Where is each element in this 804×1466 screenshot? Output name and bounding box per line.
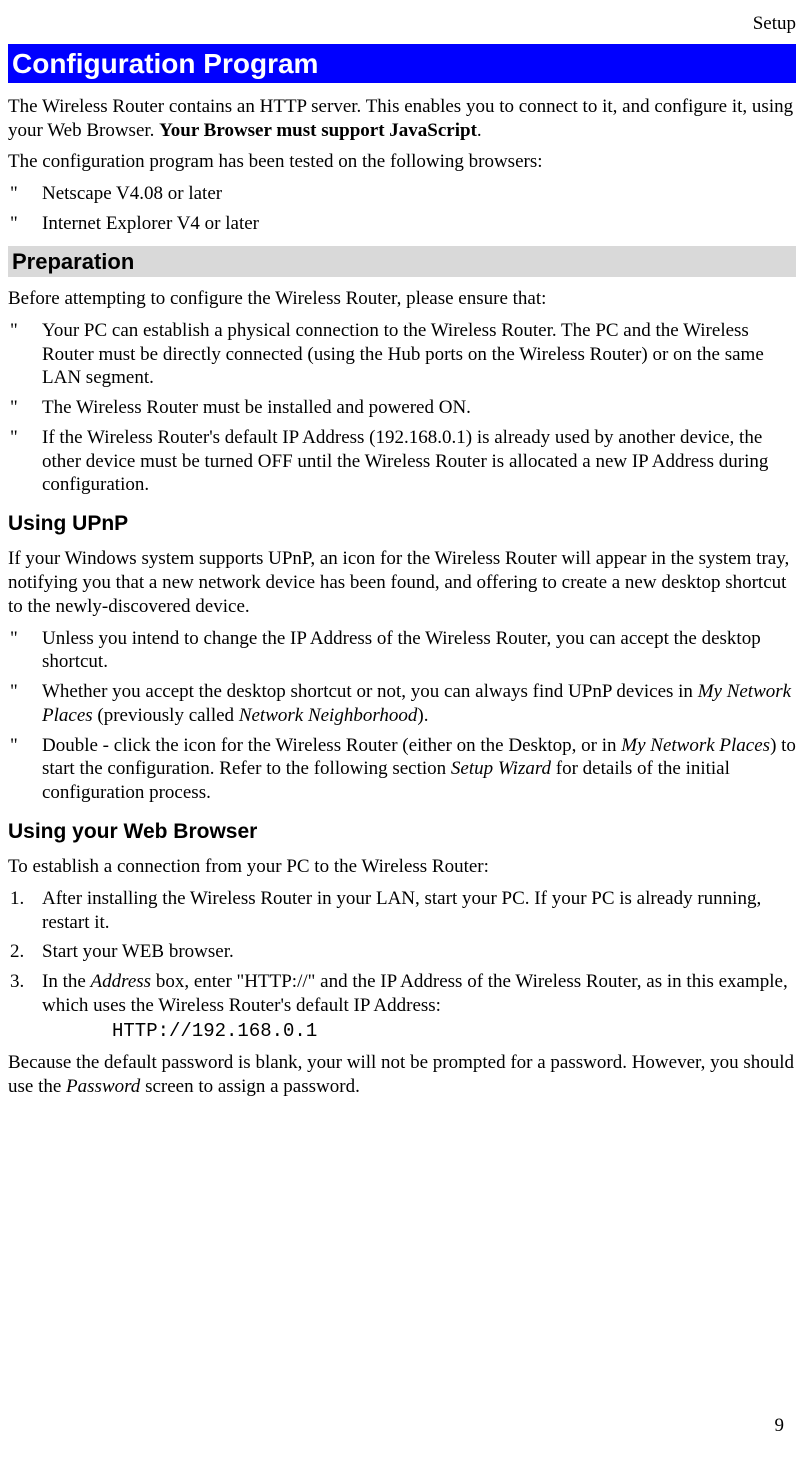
- intro-period: .: [477, 120, 482, 141]
- list-item: Internet Explorer V4 or later: [8, 212, 796, 236]
- password-screen-label: Password: [66, 1076, 140, 1097]
- text: Double - click the icon for the Wireless…: [42, 735, 621, 756]
- text: box, enter "HTTP://" and the IP Address …: [42, 971, 788, 1016]
- text: ).: [417, 705, 428, 726]
- upnp-list: Unless you intend to change the IP Addre…: [8, 627, 796, 805]
- address-box-label: Address: [91, 971, 152, 992]
- setup-wizard: Setup Wizard: [451, 758, 551, 779]
- preparation-list: Your PC can establish a physical connect…: [8, 319, 796, 497]
- page-title: Configuration Program: [8, 44, 796, 83]
- web-browser-heading: Using your Web Browser: [8, 819, 796, 845]
- browser-list: Netscape V4.08 or later Internet Explore…: [8, 182, 796, 236]
- text: In the: [42, 971, 91, 992]
- preparation-lead: Before attempting to configure the Wirel…: [8, 287, 796, 311]
- header-section-label: Setup: [8, 12, 796, 36]
- upnp-heading: Using UPnP: [8, 511, 796, 537]
- intro-paragraph-1: The Wireless Router contains an HTTP ser…: [8, 95, 796, 143]
- intro-bold-requirement: Your Browser must support JavaScript: [159, 120, 477, 141]
- list-item: Your PC can establish a physical connect…: [8, 319, 796, 390]
- my-network-places: My Network Places: [621, 735, 770, 756]
- list-item: Unless you intend to change the IP Addre…: [8, 627, 796, 675]
- list-item: If the Wireless Router's default IP Addr…: [8, 426, 796, 497]
- list-item: Start your WEB browser.: [8, 940, 796, 964]
- web-steps: After installing the Wireless Router in …: [8, 887, 796, 1044]
- page-number: 9: [775, 1414, 785, 1438]
- text: Whether you accept the desktop shortcut …: [42, 681, 698, 702]
- network-neighborhood: Network Neighborhood: [239, 705, 418, 726]
- example-url: HTTP://192.168.0.1: [112, 1020, 796, 1044]
- preparation-heading: Preparation: [8, 246, 796, 278]
- upnp-lead: If your Windows system supports UPnP, an…: [8, 547, 796, 618]
- page: Setup Configuration Program The Wireless…: [8, 12, 796, 1452]
- intro-paragraph-2: The configuration program has been teste…: [8, 150, 796, 174]
- list-item: The Wireless Router must be installed an…: [8, 396, 796, 420]
- web-lead: To establish a connection from your PC t…: [8, 855, 796, 879]
- text: (previously called: [93, 705, 239, 726]
- password-note: Because the default password is blank, y…: [8, 1051, 796, 1099]
- list-item: Whether you accept the desktop shortcut …: [8, 680, 796, 728]
- list-item: After installing the Wireless Router in …: [8, 887, 796, 935]
- list-item: Double - click the icon for the Wireless…: [8, 734, 796, 805]
- text: screen to assign a password.: [140, 1076, 360, 1097]
- list-item: Netscape V4.08 or later: [8, 182, 796, 206]
- list-item: In the Address box, enter "HTTP://" and …: [8, 970, 796, 1043]
